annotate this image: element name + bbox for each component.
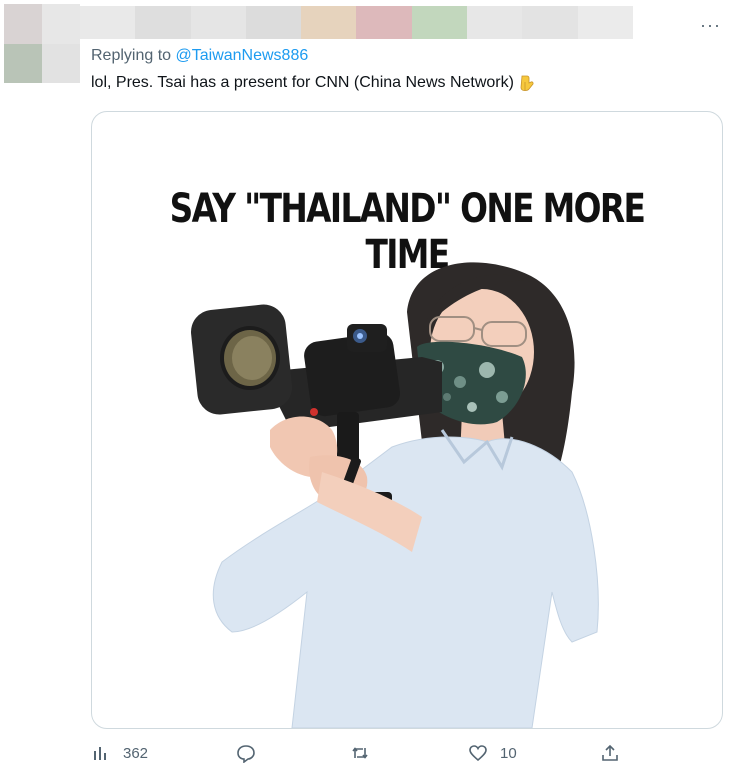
- tweet-text-content: lol, Pres. Tsai has a present for CNN (C…: [91, 74, 514, 91]
- views-count: 362: [123, 744, 149, 762]
- woman-holding-launcher-illustration: [191, 262, 599, 728]
- likes-count: 10: [500, 744, 517, 762]
- avatar-blur-tile: [42, 4, 80, 44]
- reply-button[interactable]: [236, 743, 256, 763]
- share-icon: [602, 744, 618, 761]
- reply-bubble-icon: [237, 745, 255, 763]
- replying-to-line: Replying to @TaiwanNews886: [91, 47, 308, 65]
- share-button[interactable]: [600, 743, 620, 763]
- analytics-icon: [94, 747, 106, 760]
- tweet-text: lol, Pres. Tsai has a present for CNN (C…: [91, 73, 536, 93]
- obscured-user-name[interactable]: [80, 6, 633, 39]
- avatar-blur-tile: [42, 43, 80, 83]
- retweet-icon: [352, 747, 368, 759]
- like-button[interactable]: 10: [468, 743, 517, 763]
- avatar[interactable]: [4, 4, 80, 83]
- avatar-blur-tile: [4, 4, 42, 44]
- replying-to-handle-link[interactable]: @TaiwanNews886: [176, 47, 309, 64]
- tweet-action-bar: 362 10: [91, 743, 631, 771]
- replying-to-label: Replying to: [91, 47, 172, 64]
- backhand-index-pointing-down-icon: [520, 75, 534, 91]
- heart-icon: [469, 745, 487, 762]
- views-button[interactable]: 362: [91, 743, 148, 763]
- tweet-media-image[interactable]: SAY "THAILAND" ONE MORE TIME: [91, 111, 723, 729]
- more-options-button[interactable]: ···: [700, 16, 721, 34]
- retweet-button[interactable]: [350, 743, 370, 763]
- avatar-blur-tile: [4, 43, 42, 83]
